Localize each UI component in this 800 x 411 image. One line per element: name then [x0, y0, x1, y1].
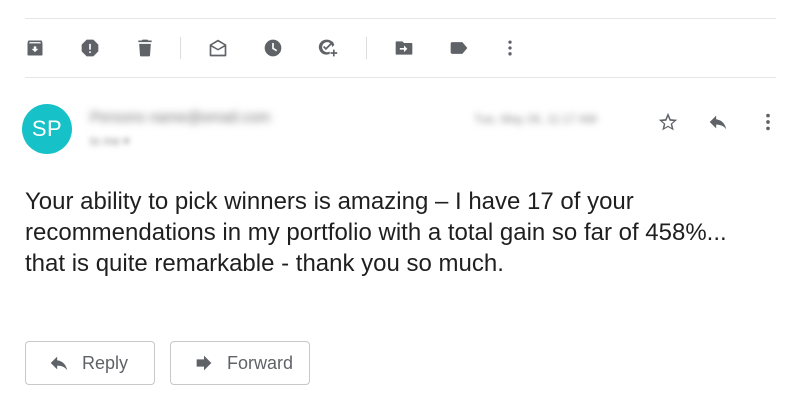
toolbar-separator	[180, 37, 181, 59]
more-vert-icon	[766, 113, 770, 131]
reply-label: Reply	[82, 352, 129, 373]
add-to-tasks-icon	[318, 39, 338, 57]
reply-icon	[50, 356, 68, 371]
more-vert-icon	[508, 40, 512, 56]
message-toolbar	[0, 19, 800, 77]
snooze-button[interactable]	[262, 37, 284, 59]
reply-button[interactable]: Reply	[25, 341, 155, 385]
message-date: Tue, May 26, 11:17 AM	[474, 112, 597, 126]
snooze-icon	[264, 39, 282, 57]
message-body: Your ability to pick winners is amazing …	[25, 188, 727, 277]
toolbar-separator	[366, 37, 367, 59]
forward-icon	[196, 355, 212, 371]
avatar: SP	[22, 104, 72, 154]
reply-icon-button[interactable]	[706, 110, 730, 134]
move-to-icon	[395, 41, 413, 55]
delete-button[interactable]	[134, 37, 156, 59]
forward-label: Forward	[227, 352, 294, 373]
toolbar-divider	[25, 77, 776, 78]
reply-icon	[709, 115, 727, 130]
more-options-button[interactable]	[499, 37, 521, 59]
move-to-button[interactable]	[393, 37, 415, 59]
star-icon	[658, 112, 678, 131]
mark-unread-button[interactable]	[207, 37, 229, 59]
report-spam-button[interactable]	[79, 37, 101, 59]
star-button[interactable]	[656, 110, 680, 134]
add-to-tasks-button[interactable]	[317, 37, 339, 59]
forward-button[interactable]: Forward	[170, 341, 310, 385]
avatar-initials: SP	[31, 116, 63, 141]
sender-name[interactable]: Persons name@email.com	[90, 109, 270, 126]
report-spam-icon	[81, 39, 99, 57]
delete-icon	[138, 39, 152, 57]
archive-button[interactable]	[24, 37, 46, 59]
labels-button[interactable]	[448, 37, 470, 59]
labels-icon	[450, 42, 468, 54]
more-message-options-button[interactable]	[756, 110, 780, 134]
archive-icon	[27, 40, 43, 56]
mark-unread-icon	[209, 39, 227, 57]
recipient-details[interactable]: to me ▾	[90, 134, 129, 148]
